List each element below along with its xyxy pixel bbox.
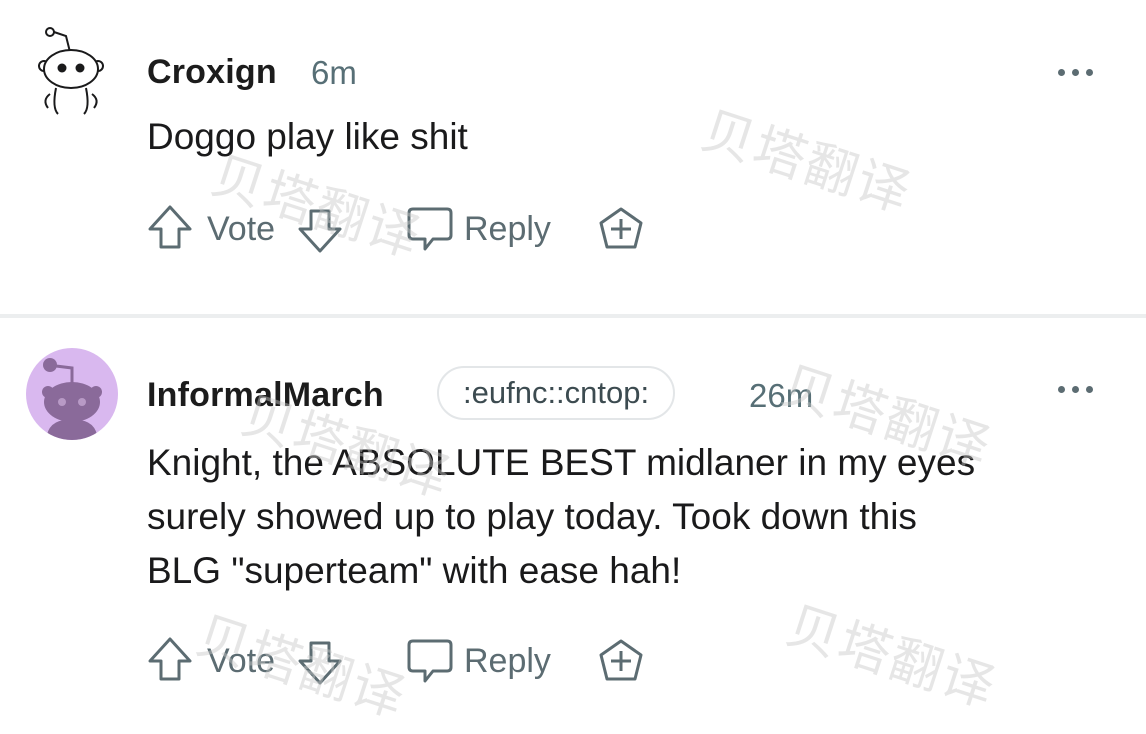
comment-actions: Vote Reply xyxy=(145,633,665,689)
vote-label: Vote xyxy=(207,642,276,680)
reply-label[interactable]: Reply xyxy=(464,210,551,249)
snoo-default-avatar-icon[interactable] xyxy=(26,24,118,116)
comment-body-line: Knight, the ABSOLUTE BEST midlaner in my… xyxy=(147,442,976,483)
username[interactable]: Croxign xyxy=(147,53,277,92)
add-award-icon[interactable] xyxy=(595,201,647,257)
comment-body: Doggo play like shit xyxy=(147,110,468,164)
timestamp: 26m xyxy=(749,377,814,414)
speech-bubble-icon[interactable] xyxy=(403,633,455,689)
comment-body-line: BLG "superteam" with ease hah! xyxy=(147,550,682,591)
snoo-purple-avatar-icon[interactable] xyxy=(26,348,118,440)
comment: Croxign 6m Doggo play like shit Vote Rep… xyxy=(0,0,1146,314)
more-options-icon[interactable] xyxy=(1056,383,1096,395)
comment-body: Knight, the ABSOLUTE BEST midlaner in my… xyxy=(147,436,975,598)
more-options-icon[interactable] xyxy=(1056,66,1096,78)
arrow-up-icon[interactable] xyxy=(145,633,195,689)
arrow-down-icon[interactable] xyxy=(295,201,345,257)
vote-label: Vote xyxy=(207,210,276,248)
comment-actions: Vote Reply xyxy=(145,201,665,257)
reply-label[interactable]: Reply xyxy=(464,642,551,681)
username[interactable]: InformalMarch xyxy=(147,376,384,415)
timestamp: 6m xyxy=(311,54,357,91)
user-flair: :eufnc::cntop: xyxy=(437,366,676,420)
speech-bubble-icon[interactable] xyxy=(403,201,455,257)
comment: InformalMarch :eufnc::cntop: 26m Knight,… xyxy=(0,318,1146,734)
add-award-icon[interactable] xyxy=(595,633,647,689)
arrow-down-icon[interactable] xyxy=(295,633,345,689)
comment-body-line: Doggo play like shit xyxy=(147,116,468,157)
comment-body-line: surely showed up to play today. Took dow… xyxy=(147,496,917,537)
arrow-up-icon[interactable] xyxy=(145,201,195,257)
